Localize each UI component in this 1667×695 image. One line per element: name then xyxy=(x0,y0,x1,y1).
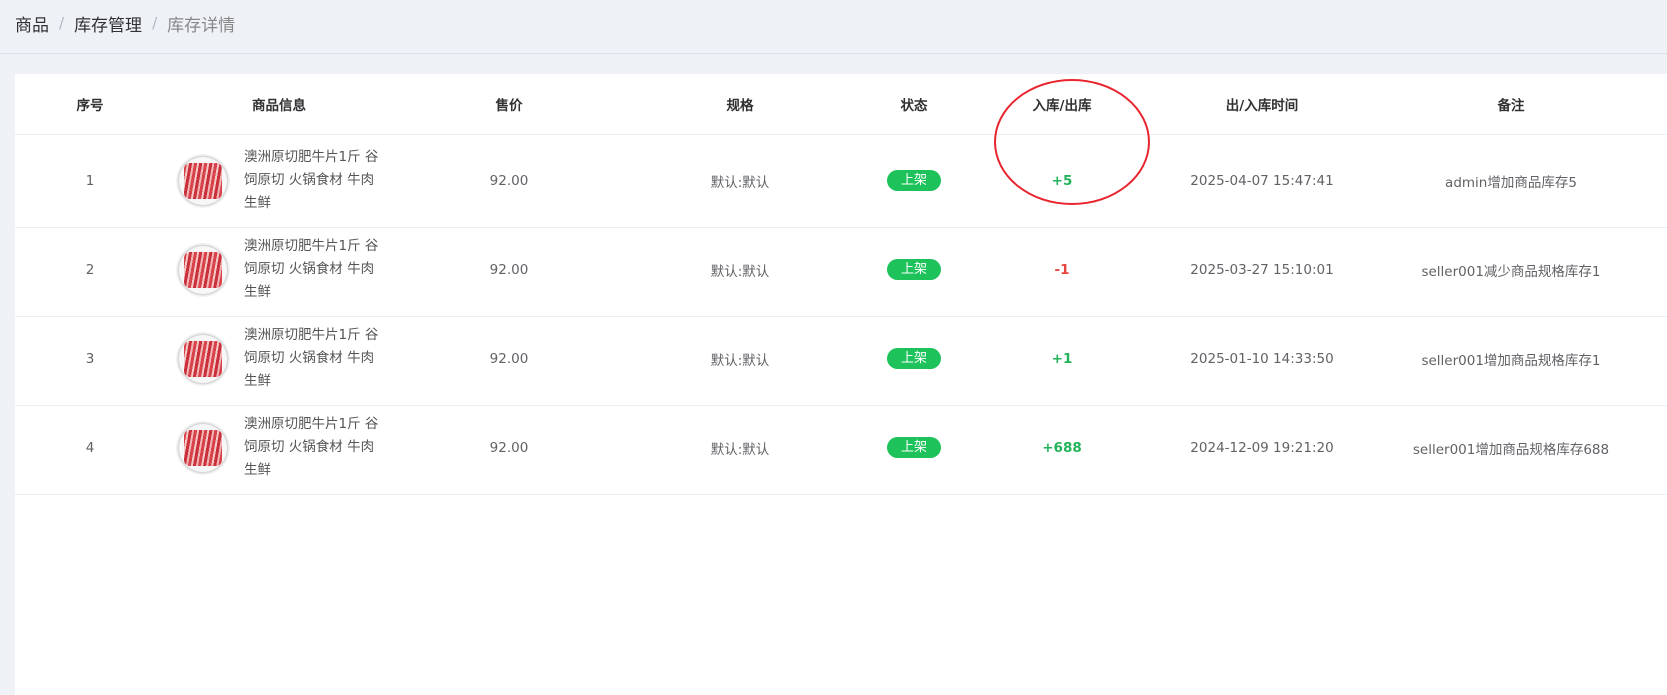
row-price: 92.00 xyxy=(489,172,529,189)
header-info: 商品信息 xyxy=(252,98,306,114)
row-index: 1 xyxy=(85,172,95,189)
product-info: 澳洲原切肥牛片1斤 谷饲原切 火锅食材 牛肉生鲜 xyxy=(176,312,384,405)
row-note: seller001增加商品规格库存688 xyxy=(1412,441,1610,458)
row-status: 上架 xyxy=(886,223,942,316)
status-badge: 上架 xyxy=(886,170,942,191)
row-stock-change: +688 xyxy=(1042,439,1082,456)
row-spec: 默认:默认 xyxy=(710,263,770,280)
row-index: 3 xyxy=(85,350,95,367)
product-info: 澳洲原切肥牛片1斤 谷饲原切 火锅食材 牛肉生鲜 xyxy=(176,401,384,494)
row-price: 92.00 xyxy=(489,261,529,278)
beef-slices-image xyxy=(184,251,222,288)
breadcrumb-separator: / xyxy=(152,14,158,32)
table-row: 2 澳洲原切肥牛片1斤 谷饲原切 火锅食材 牛肉生鲜 92.00 默认:默认 上… xyxy=(15,223,1667,317)
row-time: 2025-04-07 15:47:41 xyxy=(1190,172,1334,189)
product-info: 澳洲原切肥牛片1斤 谷饲原切 火锅食材 牛肉生鲜 xyxy=(176,134,384,227)
row-time: 2025-03-27 15:10:01 xyxy=(1190,261,1334,278)
breadcrumb-item-inventory[interactable]: 库存管理 xyxy=(74,11,142,36)
breadcrumb: 商品 / 库存管理 / 库存详情 xyxy=(15,10,235,36)
status-badge: 上架 xyxy=(886,437,942,458)
product-title: 澳洲原切肥牛片1斤 谷饲原切 火锅食材 牛肉生鲜 xyxy=(244,416,379,478)
table-header: 序号 商品信息 售价 规格 状态 入库/出库 出/入库时间 备注 xyxy=(15,74,1667,135)
product-title: 澳洲原切肥牛片1斤 谷饲原切 火锅食材 牛肉生鲜 xyxy=(244,238,379,300)
header-index: 序号 xyxy=(76,98,104,114)
product-title: 澳洲原切肥牛片1斤 谷饲原切 火锅食材 牛肉生鲜 xyxy=(244,327,379,389)
product-thumbnail[interactable] xyxy=(176,153,230,208)
breadcrumb-item-current: 库存详情 xyxy=(167,15,236,36)
beef-slices-image xyxy=(184,162,222,199)
row-price: 92.00 xyxy=(489,439,529,456)
table-row: 3 澳洲原切肥牛片1斤 谷饲原切 火锅食材 牛肉生鲜 92.00 默认:默认 上… xyxy=(15,312,1667,406)
row-note: admin增加商品库存5 xyxy=(1445,174,1577,191)
header-time: 出/入库时间 xyxy=(1225,98,1299,114)
row-status: 上架 xyxy=(886,401,942,494)
row-price: 92.00 xyxy=(489,350,529,367)
row-status: 上架 xyxy=(886,134,942,227)
product-thumbnail[interactable] xyxy=(176,420,230,475)
status-badge: 上架 xyxy=(886,259,942,280)
header-divider xyxy=(0,53,1667,54)
inventory-table: 序号 商品信息 售价 规格 状态 入库/出库 出/入库时间 备注 1 澳洲原切肥… xyxy=(15,74,1667,695)
table-row: 4 澳洲原切肥牛片1斤 谷饲原切 火锅食材 牛肉生鲜 92.00 默认:默认 上… xyxy=(15,401,1667,495)
row-stock-change: +5 xyxy=(1051,172,1073,189)
product-thumbnail[interactable] xyxy=(176,331,230,386)
header-price: 售价 xyxy=(495,98,523,114)
header-status: 状态 xyxy=(900,98,928,114)
beef-slices-image xyxy=(184,340,222,377)
breadcrumb-separator: / xyxy=(59,14,65,32)
header-note: 备注 xyxy=(1497,98,1525,114)
product-info: 澳洲原切肥牛片1斤 谷饲原切 火锅食材 牛肉生鲜 xyxy=(176,223,384,316)
breadcrumb-item-goods[interactable]: 商品 xyxy=(15,11,49,36)
row-time: 2025-01-10 14:33:50 xyxy=(1190,350,1334,367)
product-title: 澳洲原切肥牛片1斤 谷饲原切 火锅食材 牛肉生鲜 xyxy=(244,149,379,211)
row-spec: 默认:默认 xyxy=(710,352,770,369)
row-status: 上架 xyxy=(886,312,942,405)
row-spec: 默认:默认 xyxy=(710,441,770,458)
row-stock-change: +1 xyxy=(1051,350,1073,367)
row-time: 2024-12-09 19:21:20 xyxy=(1190,439,1334,456)
header-spec: 规格 xyxy=(726,98,754,114)
header-inout: 入库/出库 xyxy=(1032,98,1092,114)
status-badge: 上架 xyxy=(886,348,942,369)
row-index: 2 xyxy=(85,261,95,278)
row-stock-change: -1 xyxy=(1054,261,1070,278)
row-spec: 默认:默认 xyxy=(710,174,770,191)
row-note: seller001增加商品规格库存1 xyxy=(1421,352,1601,369)
product-thumbnail[interactable] xyxy=(176,242,230,297)
row-index: 4 xyxy=(85,439,95,456)
table-row: 1 澳洲原切肥牛片1斤 谷饲原切 火锅食材 牛肉生鲜 92.00 默认:默认 上… xyxy=(15,134,1667,228)
row-note: seller001减少商品规格库存1 xyxy=(1421,263,1601,280)
beef-slices-image xyxy=(184,429,222,466)
